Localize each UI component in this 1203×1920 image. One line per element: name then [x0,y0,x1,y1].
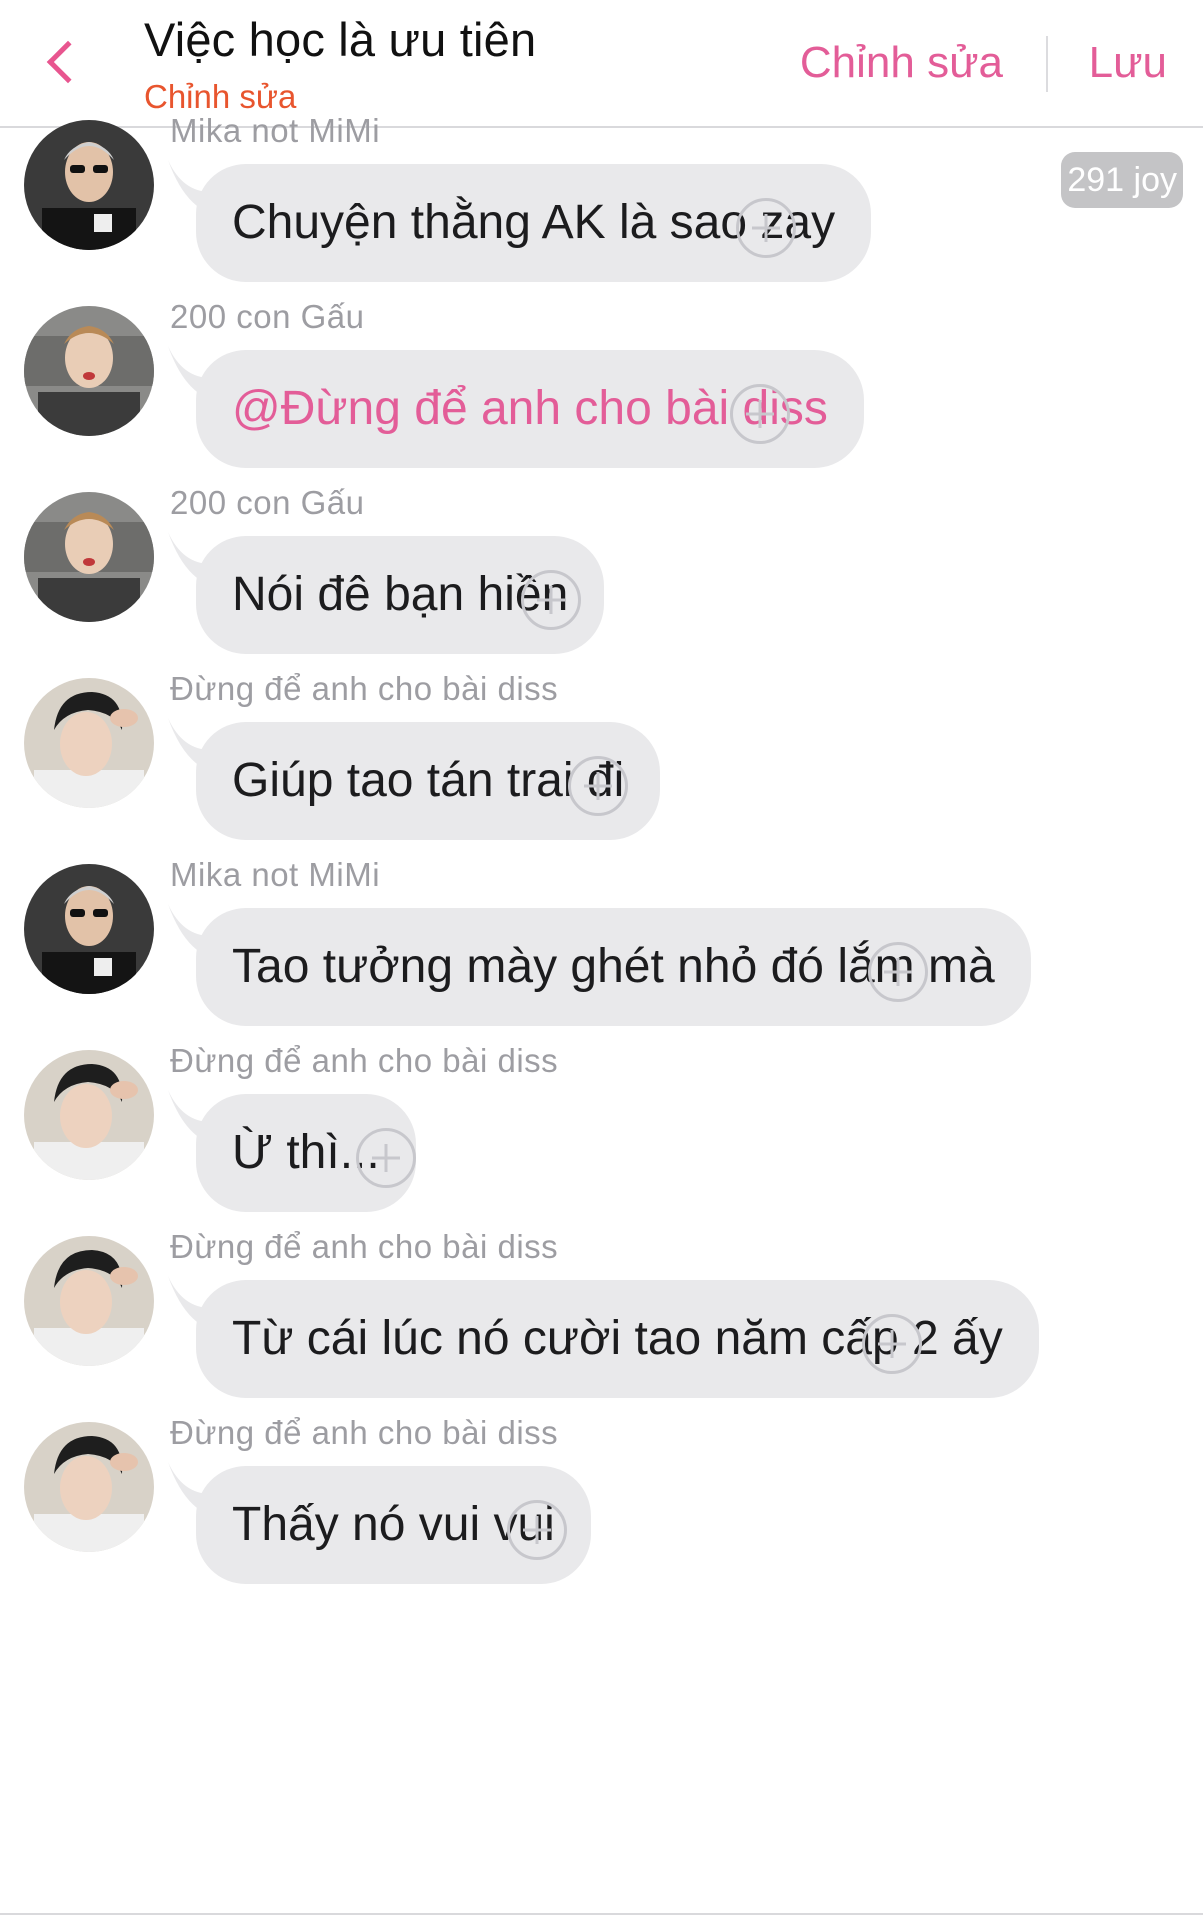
bottom-divider [0,1913,1203,1915]
header-divider [1046,36,1048,92]
edit-button[interactable]: Chỉnh sửa [800,38,1003,88]
add-reaction-button[interactable] [730,384,790,444]
add-reaction-button[interactable] [868,942,928,1002]
avatar-gau[interactable] [24,306,154,436]
sender-name: Mika not MiMi [170,856,381,893]
add-reaction-button[interactable] [736,198,796,258]
page-subtitle: Chỉnh sửa [144,78,297,115]
message-row: Đừng để anh cho bài diss Thấy nó vui vui [0,1414,1203,1642]
chevron-left-icon [46,40,90,84]
back-button[interactable] [40,32,90,92]
sender-name: 200 con Gấu [170,484,365,521]
sender-name: Đừng để anh cho bài diss [170,1228,559,1265]
avatar-diss[interactable] [24,1422,154,1552]
top-bar: Việc học là ưu tiên Chỉnh sửa Chỉnh sửa … [0,0,1203,128]
avatar-diss[interactable] [24,678,154,808]
page-title: Việc học là ưu tiên [144,13,537,66]
add-reaction-button[interactable] [568,756,628,816]
sender-name: 200 con Gấu [170,298,365,335]
avatar-diss[interactable] [24,1236,154,1366]
add-reaction-button[interactable] [356,1128,416,1188]
sender-name: Đừng để anh cho bài diss [170,1042,559,1079]
add-reaction-button[interactable] [507,1500,567,1560]
sender-name: Đừng để anh cho bài diss [170,670,559,707]
avatar-diss[interactable] [24,1050,154,1180]
save-button[interactable]: Lưu [1089,38,1167,88]
sender-name: Mika not MiMi [170,112,381,149]
avatar-mika[interactable] [24,120,154,250]
sender-name: Đừng để anh cho bài diss [170,1414,559,1451]
avatar-mika[interactable] [24,864,154,994]
add-reaction-button[interactable] [862,1314,922,1374]
avatar-gau[interactable] [24,492,154,622]
add-reaction-button[interactable] [521,570,581,630]
